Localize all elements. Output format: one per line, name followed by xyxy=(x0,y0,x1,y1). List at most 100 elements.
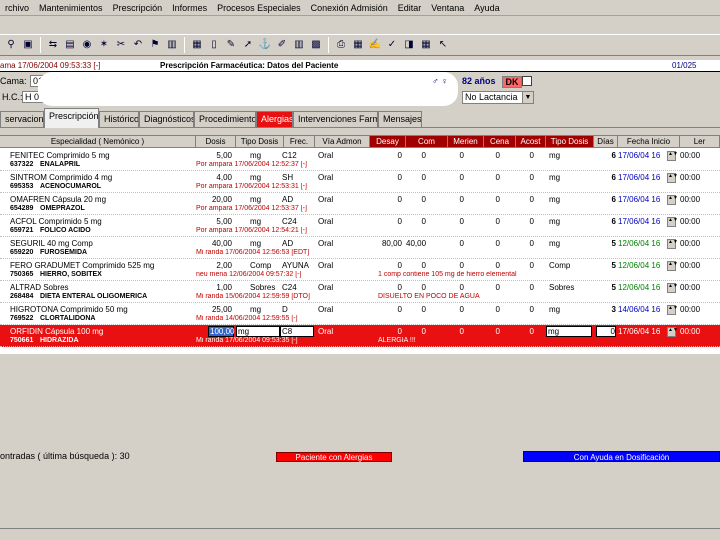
cena: 0 xyxy=(495,283,500,292)
spinner-arrows-icon[interactable]: ▲▼ xyxy=(667,305,678,315)
dias: 6 xyxy=(611,173,616,182)
column-header[interactable]: Merien xyxy=(448,136,484,148)
tab-mensajes[interactable]: Mensajes xyxy=(378,111,422,127)
column-header[interactable]: Frec. xyxy=(284,136,315,148)
column-header[interactable]: Acost xyxy=(516,136,546,148)
window-title: Prescripción Farmacéutica: Datos del Pac… xyxy=(160,61,339,70)
spinner-arrows-icon[interactable]: ▲▼ xyxy=(667,151,678,161)
drug-code: 659220 xyxy=(10,249,34,256)
spinner-arrows-icon[interactable]: ▲▼ xyxy=(667,261,678,271)
transfer-icon[interactable]: ⇆ xyxy=(46,38,60,52)
document-edit-icon[interactable]: ✎ xyxy=(224,38,238,52)
lactancia-select[interactable]: No Lactancia ▼ xyxy=(462,91,534,104)
dias-field[interactable]: 0 xyxy=(596,326,616,337)
dosis: 5,00 xyxy=(216,217,232,226)
undo-icon[interactable]: ↶ xyxy=(131,38,145,52)
document-icon[interactable]: ▯ xyxy=(207,38,221,52)
cena: 0 xyxy=(495,195,500,204)
column-header[interactable]: Ler xyxy=(680,136,720,148)
table-row[interactable]: OMAFREN Cápsula 20 mg 654289 OMEPRAZOL Por … xyxy=(0,193,720,215)
drug-generic: ENALAPRIL xyxy=(40,161,81,168)
column-header[interactable]: Días xyxy=(594,136,618,148)
tipo-dosis-field[interactable]: mg xyxy=(236,326,280,337)
spinner-arrows-icon[interactable]: ▲▼ xyxy=(667,239,678,249)
dk-checkbox[interactable] xyxy=(522,76,532,86)
tab-alergias[interactable]: Alergias xyxy=(256,111,293,127)
table-row[interactable]: HIGROTONA Comprimido 50 mg 769522 CLORTALI… xyxy=(0,303,720,325)
table-row[interactable]: ACFOL Comprimido 5 mg 659721 FOLICO ACIDO P… xyxy=(0,215,720,237)
table-row[interactable]: FERO GRADUMET Comprimido 525 mg 750365 HIE… xyxy=(0,259,720,281)
tipo-dosis2: mg xyxy=(549,239,561,248)
column-header[interactable]: Vía Admon xyxy=(315,136,370,148)
ruler-icon[interactable]: ✓ xyxy=(385,38,399,52)
table-row[interactable]: FENITEC Comprimido 5 mg 637322 ENALAPRIL Po… xyxy=(0,149,720,171)
com: 0 xyxy=(421,151,426,160)
binoculars-icon[interactable]: ⚲ xyxy=(4,38,18,52)
tab-intervenciones-farmac-uticas[interactable]: Intervenciones Farmacéuticas xyxy=(293,111,378,127)
chart-icon[interactable]: ▩ xyxy=(309,38,323,52)
menu-item[interactable]: Editar xyxy=(393,3,427,13)
menu-item[interactable]: rchivo xyxy=(0,3,34,13)
dosis: 40,00 xyxy=(211,239,232,248)
tab-procedimientos[interactable]: Procedimientos xyxy=(194,111,256,127)
pin-icon[interactable]: ⚑ xyxy=(148,38,162,52)
monitor-green-icon[interactable]: ▤ xyxy=(63,38,77,52)
pencil-icon[interactable]: ✐ xyxy=(275,38,289,52)
fecha-inicio: 12/06/04 16 xyxy=(618,283,661,292)
dosing-help-button[interactable]: Con Ayuda en Dosificación xyxy=(523,451,720,462)
drug-name: FERO GRADUMET Comprimido 525 mg xyxy=(10,261,155,270)
dosis: 2,00 xyxy=(216,261,232,270)
column-header[interactable]: Tipo Dosis xyxy=(236,136,284,148)
spinner-arrows-icon[interactable]: ▲▼ xyxy=(667,283,678,293)
menu-item[interactable]: Procesos Especiales xyxy=(212,3,306,13)
spinner-arrows-icon[interactable]: ▲▼ xyxy=(667,217,678,227)
column-header[interactable]: Cena xyxy=(484,136,516,148)
column-header[interactable]: Fecha Inicio xyxy=(618,136,680,148)
menu-item[interactable]: Conexión Admisión xyxy=(306,3,393,13)
printer-icon[interactable]: ⎙ xyxy=(334,38,348,52)
menu-item[interactable]: Informes xyxy=(167,3,212,13)
menu-item[interactable]: Mantenimientos xyxy=(34,3,108,13)
column-header[interactable]: Especialidad ( Nemónico ) xyxy=(0,136,196,148)
spinner-arrows-icon[interactable]: ▲▼ xyxy=(667,327,678,337)
frec-field[interactable]: C8 xyxy=(280,326,314,337)
calculator-icon[interactable]: ▦ xyxy=(190,38,204,52)
menu-item[interactable]: Ayuda xyxy=(469,3,504,13)
bag-icon[interactable]: ◨ xyxy=(402,38,416,52)
column-header[interactable]: Desay xyxy=(370,136,406,148)
menu-item[interactable]: Ventana xyxy=(426,3,469,13)
desay: 0 xyxy=(397,173,402,182)
building-icon[interactable]: ▥ xyxy=(292,38,306,52)
tab-diagn-sticos[interactable]: Diagnósticos xyxy=(139,111,194,127)
spinner-arrows-icon[interactable]: ▲▼ xyxy=(667,195,678,205)
scissors-icon[interactable]: ✂ xyxy=(114,38,128,52)
column-header[interactable]: Com xyxy=(406,136,448,148)
tab-hist-rico[interactable]: Histórico xyxy=(99,111,139,127)
column-header[interactable]: Tipo Dosis xyxy=(546,136,594,148)
calendar-icon[interactable]: ▦ xyxy=(351,38,365,52)
table-row[interactable]: SEGURIL 40 mg Comp 659220 FUROSEMIDA Mi ran… xyxy=(0,237,720,259)
trash-icon[interactable]: ▥ xyxy=(165,38,179,52)
tab-servaciones[interactable]: servaciones xyxy=(0,111,44,127)
document-arrow-icon[interactable]: ➚ xyxy=(241,38,255,52)
record-icon[interactable]: ◉ xyxy=(80,38,94,52)
tipo-dosis2-field[interactable]: mg xyxy=(546,326,592,337)
hora: 00:00 xyxy=(680,195,701,204)
redaction-mask xyxy=(38,72,458,106)
dosis-field[interactable]: 100,00 xyxy=(208,326,234,337)
wand-icon[interactable]: ✶ xyxy=(97,38,111,52)
table-row[interactable]: ALTRAD Sobres 268484 DIETA ENTERAL OLIGOME… xyxy=(0,281,720,303)
tab-prescripci-n[interactable]: Prescripción xyxy=(44,108,99,128)
table-icon[interactable]: ▦ xyxy=(419,38,433,52)
monitor-icon[interactable]: ▣ xyxy=(21,38,35,52)
anchor-icon[interactable]: ⚓ xyxy=(258,38,272,52)
menu-item[interactable]: Prescripción xyxy=(108,3,168,13)
table-row-selected[interactable]: ORFIDIN Cápsula 100 mg 750661 HIDRAZIDA Mi … xyxy=(0,325,720,347)
column-header[interactable]: Dosis xyxy=(196,136,236,148)
table-row[interactable]: SINTROM Comprimido 4 mg 695353 ACENOCUMARO… xyxy=(0,171,720,193)
chevron-down-icon[interactable]: ▼ xyxy=(522,92,533,103)
pointer-icon[interactable]: ↖ xyxy=(436,38,450,52)
spinner-arrows-icon[interactable]: ▲▼ xyxy=(667,173,678,183)
allergy-alert-button[interactable]: Paciente con Alergias xyxy=(276,452,392,462)
edit-icon[interactable]: ✍ xyxy=(368,38,382,52)
